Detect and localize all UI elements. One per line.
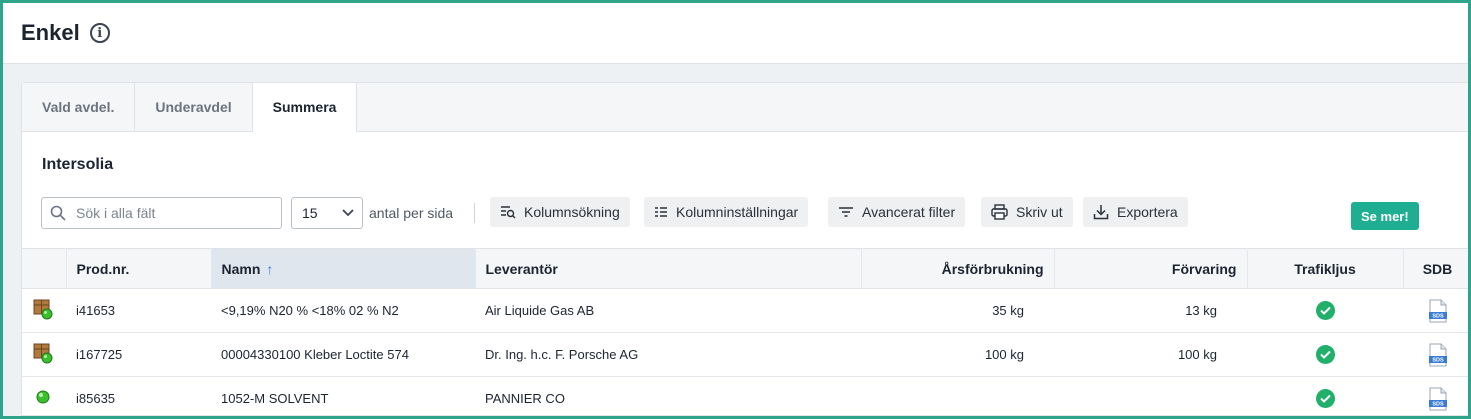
advanced-filter-button[interactable]: Avancerat filter <box>828 197 966 227</box>
svg-text:SDS: SDS <box>1432 313 1444 319</box>
svg-text:SDS: SDS <box>1432 357 1444 363</box>
products-table: Prod.nr. Namn ↑ Leverantör Årsförbrukning… <box>22 248 1468 416</box>
cell-forvaring <box>1054 376 1247 416</box>
green-dot-icon <box>22 376 66 416</box>
package-green-dot-icon <box>22 288 66 333</box>
table-header-row: Prod.nr. Namn ↑ Leverantör Årsförbrukning… <box>22 248 1468 289</box>
column-header-prod-nr[interactable]: Prod.nr. <box>66 248 212 289</box>
green-check-icon <box>1247 288 1403 333</box>
column-search-button[interactable]: Kolumnsökning <box>490 197 630 227</box>
column-header-icon <box>22 248 67 289</box>
cell-arsforbrukning: 100 kg <box>861 332 1054 377</box>
search-box[interactable] <box>41 197 282 229</box>
info-icon[interactable]: i <box>89 23 110 43</box>
advanced-filter-label: Avancerat filter <box>862 204 956 220</box>
tab-summera[interactable]: Summera <box>252 83 358 132</box>
cell-arsforbrukning: 35 kg <box>861 288 1054 333</box>
tab-bar: Vald avdel. Underavdel Summera <box>22 83 1468 132</box>
print-button[interactable]: Skriv ut <box>981 197 1073 227</box>
column-header-forvaring[interactable]: Förvaring <box>1054 248 1248 289</box>
page-size-value: 15 <box>302 205 318 221</box>
chevron-down-icon <box>342 209 354 217</box>
per-page-label: antal per sida <box>369 205 454 221</box>
section-title: Intersolia <box>42 156 114 173</box>
column-settings-button[interactable]: Kolumninställningar <box>644 197 809 227</box>
column-header-namn[interactable]: Namn ↑ <box>211 248 476 289</box>
cell-arsforbrukning <box>861 376 1054 416</box>
table-row[interactable]: i85635 1052-M SOLVENT PANNIER CO SDS <box>22 376 1468 416</box>
search-icon <box>50 205 66 221</box>
column-header-arsforbrukning[interactable]: Årsförbrukning <box>861 248 1055 289</box>
column-search-icon <box>501 206 516 219</box>
package-green-dot-icon <box>22 332 66 377</box>
see-more-button[interactable]: Se mer! <box>1351 202 1419 230</box>
column-header-sdb[interactable]: SDB <box>1403 248 1468 289</box>
cell-prod-nr: i85635 <box>66 376 211 416</box>
page-title: Enkel <box>21 20 80 45</box>
print-label: Skriv ut <box>1016 204 1063 220</box>
cell-leverantor: Air Liquide Gas AB <box>475 288 861 333</box>
cell-namn: 1052-M SOLVENT <box>211 376 475 416</box>
column-settings-icon <box>655 207 667 217</box>
column-search-label: Kolumnsökning <box>524 204 620 220</box>
page-header: Enkel i <box>3 3 1468 64</box>
cell-prod-nr: i167725 <box>66 332 211 377</box>
sds-document-icon[interactable]: SDS <box>1403 332 1468 377</box>
search-input[interactable] <box>74 204 268 222</box>
tab-vald-avdel[interactable]: Vald avdel. <box>22 83 136 131</box>
table-row[interactable]: i41653 <9,19% N20 % <18% 02 % N2 Air Liqui… <box>22 288 1468 333</box>
page-size-select[interactable]: 15 <box>291 197 363 229</box>
content-card: Vald avdel. Underavdel Summera Intersoli… <box>21 82 1468 416</box>
sort-ascending-icon: ↑ <box>266 260 274 277</box>
cell-prod-nr: i41653 <box>66 288 211 333</box>
cell-namn: 00004330100 Kleber Loctite 574 <box>211 332 475 377</box>
table-row[interactable]: i167725 00004330100 Kleber Loctite 574 Dr.… <box>22 332 1468 377</box>
export-button[interactable]: Exportera <box>1083 197 1188 227</box>
printer-icon <box>991 204 1008 220</box>
table-toolbar: 15 antal per sida Kolumnsökning <box>41 197 1468 231</box>
filter-icon <box>839 207 853 217</box>
column-settings-label: Kolumninställningar <box>676 204 799 220</box>
app-window: Enkel i Vald avdel. Underavdel Summera I… <box>0 0 1471 419</box>
export-label: Exportera <box>1117 204 1178 220</box>
svg-text:SDS: SDS <box>1432 401 1444 407</box>
cell-namn: <9,19% N20 % <18% 02 % N2 <box>211 288 475 333</box>
sds-document-icon[interactable]: SDS <box>1403 376 1468 416</box>
cell-leverantor: PANNIER CO <box>475 376 861 416</box>
green-check-icon <box>1247 332 1403 377</box>
cell-forvaring: 100 kg <box>1054 332 1247 377</box>
column-header-leverantor[interactable]: Leverantör <box>475 248 862 289</box>
cell-forvaring: 13 kg <box>1054 288 1247 333</box>
green-check-icon <box>1247 376 1403 416</box>
sds-document-icon[interactable]: SDS <box>1403 288 1468 333</box>
column-header-trafikljus[interactable]: Trafikljus <box>1247 248 1404 289</box>
download-icon <box>1093 205 1109 220</box>
toolbar-divider <box>474 203 475 223</box>
tab-underavdel[interactable]: Underavdel <box>135 83 253 131</box>
cell-leverantor: Dr. Ing. h.c. F. Porsche AG <box>475 332 861 377</box>
